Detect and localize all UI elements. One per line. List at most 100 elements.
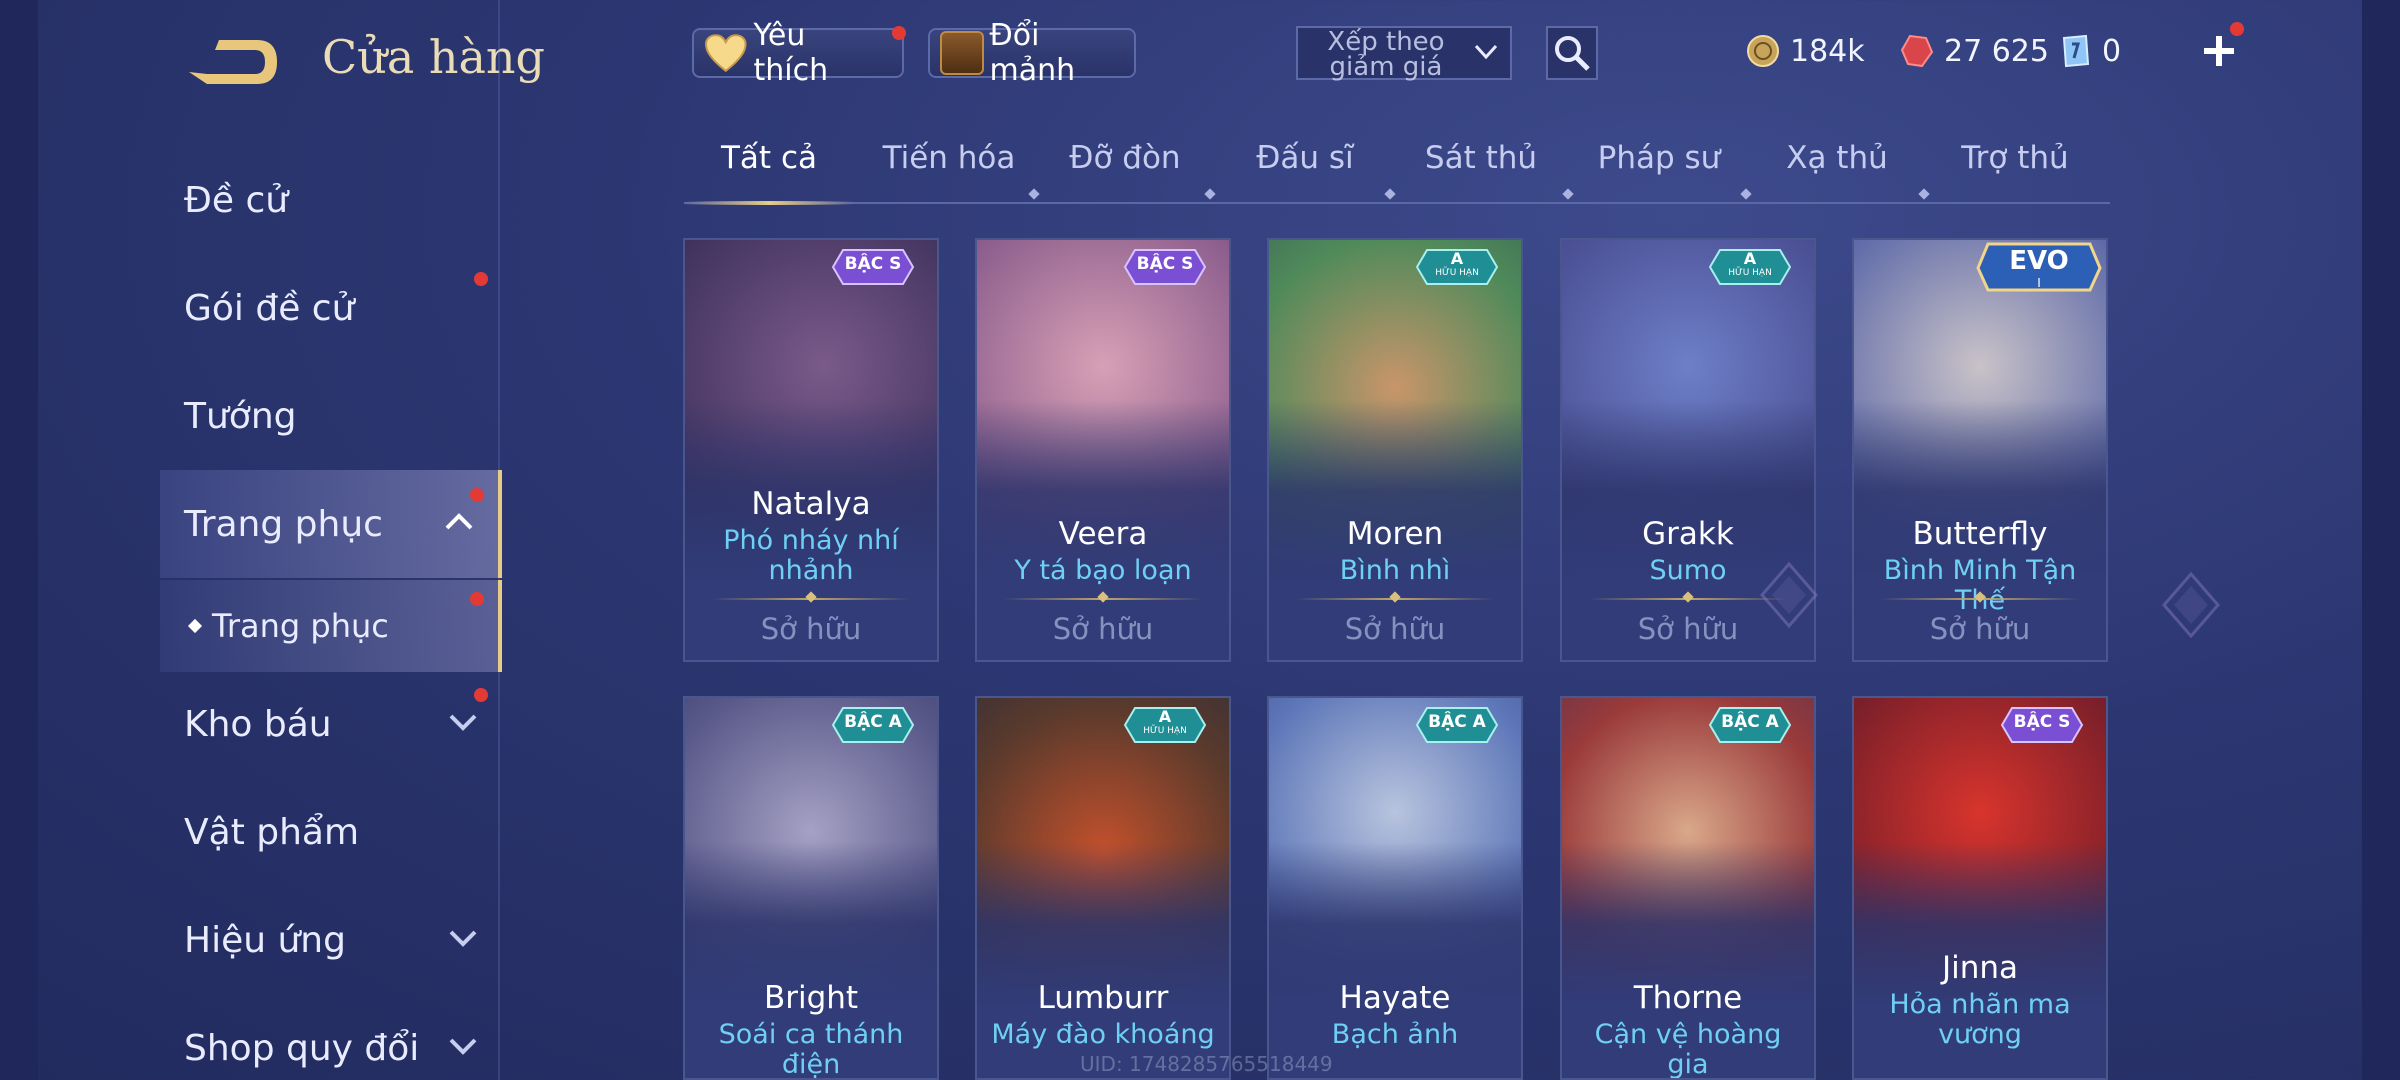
sidebar-item-exchange-shop[interactable]: Shop quy đổi [160, 994, 502, 1080]
sidebar-item-label: Trang phục [212, 607, 389, 645]
sort-value: Xếp theo giảm giá [1327, 27, 1445, 82]
skin-name: Cận vệ hoàng gia [1594, 1019, 1782, 1080]
chest-icon [940, 31, 984, 75]
tab-marksman[interactable]: Xạ thủ [1752, 140, 1922, 202]
skin-name: Bình nhì [1339, 555, 1451, 586]
favorites-button[interactable]: Yêu thích [692, 18, 906, 88]
hero-name: Thorne [1633, 980, 1743, 1016]
tab-label: Trợ thủ [1961, 140, 2069, 176]
skin-card[interactable]: BẬC S Jinna Hỏa nhãn ma vương [1852, 696, 2108, 1080]
skin-name: Soái ca thánh điện [718, 1019, 904, 1080]
skin-card[interactable]: BẬC S Veera Y tá bạo loạn Sở hữu [975, 238, 1231, 662]
skin-name: Hỏa nhãn ma [1889, 989, 2071, 1020]
sidebar-item-label: Gói đề cử [184, 287, 355, 329]
skin-card[interactable]: BẬC A Hayate Bạch ảnh [1267, 696, 1523, 1080]
sidebar-subitem-skins[interactable]: Trang phục [160, 580, 502, 672]
card-divider [1003, 598, 1203, 600]
tier-badge-label: A [1450, 249, 1464, 268]
tier-badge-label: BẬC A [1721, 712, 1779, 732]
tab-support[interactable]: Trợ thủ [1930, 140, 2100, 202]
notification-dot [474, 688, 488, 702]
sidebar-item-effects[interactable]: Hiệu ứng [160, 886, 502, 994]
hero-name: Veera [1058, 516, 1148, 552]
search-icon [1555, 36, 1590, 71]
card-divider [1295, 598, 1495, 600]
skin-card[interactable]: BẬC A Bright Soái ca thánh điện [683, 696, 939, 1080]
ruby-gem-icon [1900, 34, 1934, 68]
tier-badge-label: BẬC A [1428, 712, 1486, 732]
card-divider [1588, 598, 1788, 600]
hero-name: Grakk [1642, 516, 1734, 552]
sort-dropdown[interactable]: Xếp theo giảm giá [1296, 26, 1512, 80]
skin-card[interactable]: A HỮU HẠN Moren Bình nhì Sở hữu [1267, 238, 1523, 662]
uid-watermark: UID: 1748285765518449 [1080, 1052, 1333, 1076]
owned-status: Sở hữu [1052, 612, 1154, 646]
top-up-button[interactable] [2196, 22, 2244, 74]
skin-name: Y tá bạo loạn [1014, 555, 1192, 586]
tab-label: Xạ thủ [1786, 140, 1888, 176]
tier-badge-sublabel: HỮU HẠN [1728, 268, 1772, 278]
sidebar-item-items[interactable]: Vật phẩm [160, 778, 502, 886]
sidebar-item-label: Shop quy đổi [184, 1027, 420, 1069]
tab-label: Pháp sư [1597, 140, 1721, 176]
voucher-value: 0 [2102, 33, 2122, 69]
tier-badge-label: BẬC S [844, 254, 902, 274]
skin-card[interactable]: BẬC S Natalya Phó nháy nhí nhảnh Sở hữu [683, 238, 939, 662]
bullet-icon [187, 618, 203, 634]
owned-status: Sở hữu [1929, 612, 2031, 646]
ruby-value: 27 625 [1944, 33, 2049, 69]
left-edge [0, 0, 38, 1080]
sidebar-item-label: Trang phục [184, 503, 383, 545]
evo-badge-level: I [2037, 276, 2041, 290]
search-button[interactable] [1546, 26, 1598, 80]
tab-mage[interactable]: Pháp sư [1574, 140, 1744, 202]
page-title: Cửa hàng [322, 30, 545, 84]
skin-card[interactable]: BẬC A Thorne Cận vệ hoàng gia [1560, 696, 1816, 1080]
back-arrow-icon [189, 40, 277, 84]
skin-name: Máy đào khoáng [991, 1019, 1215, 1050]
tab-tank[interactable]: Đỡ đòn [1040, 140, 1210, 202]
hero-name: Natalya [751, 486, 871, 522]
gold-balance: 184k [1746, 28, 1865, 74]
tab-evolution[interactable]: Tiến hóa [864, 140, 1034, 202]
skin-name-line2: nhảnh [768, 555, 854, 586]
sidebar-item-skins[interactable]: Trang phục [160, 470, 502, 578]
owned-status: Sở hữu [1344, 612, 1446, 646]
skin-card[interactable]: A HỮU HẠN Lumburr Máy đào khoáng [975, 696, 1231, 1080]
voucher-balance: 0 [2058, 28, 2121, 74]
active-tab-indicator [684, 201, 854, 205]
tab-all[interactable]: Tất cả [684, 140, 854, 205]
sidebar-item-recommended[interactable]: Đề cử [160, 146, 502, 254]
sidebar-item-recommended-bundles[interactable]: Gói đề cử [160, 254, 502, 362]
tier-badge-label: BẬC A [844, 712, 902, 732]
tier-badge-sublabel: HỮU HẠN [1143, 726, 1187, 736]
tab-fighter[interactable]: Đấu sĩ [1220, 140, 1390, 202]
notification-dot [470, 488, 484, 502]
chevron-down-icon [449, 1038, 477, 1055]
gold-coin-icon [1747, 35, 1779, 67]
notification-dot [470, 592, 484, 606]
chevron-up-icon [445, 513, 473, 530]
sidebar-item-heroes[interactable]: Tướng [160, 362, 502, 470]
chevron-down-icon [449, 714, 477, 731]
hero-name: Lumburr [1037, 980, 1169, 1016]
sidebar-item-label: Hiệu ứng [184, 919, 346, 961]
category-tabs: Tất cả Tiến hóa Đỡ đòn Đấu sĩ Sát thủ Ph… [684, 140, 2110, 205]
sidebar-item-label: Đề cử [184, 179, 289, 221]
tier-badge-label: BẬC S [2013, 712, 2071, 732]
skin-name: Phó nháy nhí [723, 525, 899, 556]
hero-name: Hayate [1339, 980, 1451, 1016]
sidebar-item-label: Kho báu [184, 703, 332, 745]
notification-dot [474, 272, 488, 286]
notification-dot [892, 26, 906, 40]
chevron-down-icon [1474, 44, 1498, 60]
tab-label: Sát thủ [1424, 140, 1538, 176]
sidebar-item-label: Vật phẩm [184, 811, 360, 853]
back-button[interactable] [185, 32, 281, 86]
owned-status: Sở hữu [760, 612, 862, 646]
tab-label: Đấu sĩ [1256, 140, 1354, 176]
tab-assassin[interactable]: Sát thủ [1396, 140, 1566, 202]
exchange-fragments-button[interactable]: Đổi mảnh [928, 18, 1136, 88]
skin-card[interactable]: EVO I Butterfly Bình Minh Tận Thế Sở hữu [1852, 238, 2108, 662]
sidebar-item-treasure[interactable]: Kho báu [160, 670, 502, 778]
